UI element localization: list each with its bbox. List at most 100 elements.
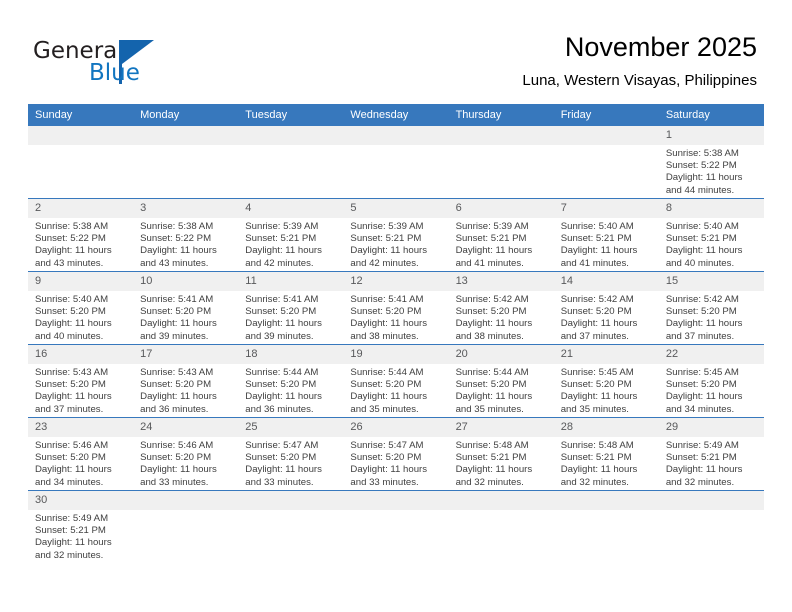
sunset-time: Sunset: 5:20 PM	[560, 379, 632, 391]
daylight-duration-line1: Daylight: 11 hours	[350, 391, 428, 403]
day-details: Sunrise: 5:42 AM Sunset: 5:20 PM Daylight:…	[449, 291, 554, 343]
sunrise-time: Sunrise: 5:46 AM	[35, 440, 109, 451]
sunset-time: Sunset: 5:20 PM	[245, 306, 317, 318]
day-details: Sunrise: 5:38 AM Sunset: 5:22 PM Daylight:…	[28, 218, 133, 270]
calendar-day-cell-empty	[238, 126, 344, 199]
calendar-day-cell[interactable]: 19 Sunrise: 5:44 AM Sunset: 5:20 PM Dayligh…	[343, 344, 449, 418]
calendar-day-cell[interactable]: 8 Sunrise: 5:40 AM Sunset: 5:21 PM Daylight…	[658, 198, 764, 272]
calendar-day-cell[interactable]: 30 Sunrise: 5:49 AM Sunset: 5:21 PM Dayligh…	[28, 490, 134, 577]
calendar-day-cell[interactable]: 27 Sunrise: 5:48 AM Sunset: 5:21 PM Dayligh…	[448, 417, 554, 491]
daylight-duration-line1: Daylight: 11 hours	[455, 245, 533, 257]
calendar-day-cell[interactable]: 11 Sunrise: 5:41 AM Sunset: 5:20 PM Dayligh…	[238, 271, 344, 345]
daylight-duration-line1: Daylight: 11 hours	[245, 464, 322, 476]
calendar-day-cell[interactable]: 9 Sunrise: 5:40 AM Sunset: 5:20 PM Daylight…	[28, 271, 134, 345]
calendar-day-cell[interactable]: 5 Sunrise: 5:39 AM Sunset: 5:21 PM Daylight…	[343, 198, 449, 272]
sunrise-time: Sunrise: 5:42 AM	[665, 294, 739, 305]
daylight-duration-line2: and 37 minutes.	[665, 330, 735, 342]
day-details: Sunrise: 5:46 AM Sunset: 5:20 PM Daylight:…	[28, 437, 133, 489]
sunset-time: Sunset: 5:20 PM	[35, 379, 106, 391]
page-subtitle: Luna, Western Visayas, Philippines	[522, 72, 757, 89]
calendar-day-cell-empty	[448, 490, 554, 577]
calendar-day-cell[interactable]: 7 Sunrise: 5:40 AM Sunset: 5:21 PM Daylight…	[553, 198, 659, 272]
weekday-header-friday: Friday	[553, 104, 659, 126]
calendar-day-cell[interactable]: 4 Sunrise: 5:39 AM Sunset: 5:21 PM Daylight…	[238, 198, 344, 272]
daylight-duration-line2: and 34 minutes.	[665, 403, 735, 415]
calendar-day-cell[interactable]: 22 Sunrise: 5:45 AM Sunset: 5:20 PM Dayligh…	[658, 344, 764, 418]
calendar-day-cell[interactable]: 6 Sunrise: 5:39 AM Sunset: 5:21 PM Daylight…	[448, 198, 554, 272]
calendar-day-cell[interactable]: 1 Sunrise: 5:38 AM Sunset: 5:22 PM Daylight…	[658, 126, 764, 199]
sunset-time: Sunset: 5:20 PM	[245, 452, 317, 464]
daylight-duration-line2: and 41 minutes.	[455, 257, 524, 269]
daylight-duration-line2: and 32 minutes.	[665, 476, 735, 488]
daylight-duration-line2: and 34 minutes.	[35, 476, 104, 488]
day-number: 26	[343, 418, 449, 437]
daylight-duration-line2: and 35 minutes.	[560, 403, 629, 415]
calendar-week-row: 30 Sunrise: 5:49 AM Sunset: 5:21 PM Dayligh…	[28, 490, 764, 577]
day-details: Sunrise: 5:45 AM Sunset: 5:20 PM Daylight:…	[554, 364, 659, 416]
daylight-duration-line2: and 36 minutes.	[140, 403, 209, 415]
calendar-day-cell[interactable]: 3 Sunrise: 5:38 AM Sunset: 5:22 PM Daylight…	[133, 198, 239, 272]
daylight-duration-line2: and 35 minutes.	[455, 403, 524, 415]
calendar-week-row: 16 Sunrise: 5:43 AM Sunset: 5:20 PM Dayligh…	[28, 344, 764, 418]
daylight-duration-line1: Daylight: 11 hours	[560, 391, 638, 403]
sunset-time: Sunset: 5:20 PM	[665, 379, 737, 391]
calendar-day-cell-empty	[133, 126, 239, 199]
calendar-day-cell-empty	[28, 126, 134, 199]
sunset-time: Sunset: 5:20 PM	[140, 379, 212, 391]
weekday-header-row: Sunday Monday Tuesday Wednesday Thursday…	[28, 104, 764, 126]
page-title: November 2025	[564, 32, 757, 62]
sunrise-time: Sunrise: 5:49 AM	[665, 440, 739, 451]
sunset-time: Sunset: 5:20 PM	[560, 306, 632, 318]
daylight-duration-line1: Daylight: 11 hours	[665, 318, 743, 330]
daylight-duration-line2: and 44 minutes.	[665, 184, 735, 196]
calendar-day-cell[interactable]: 18 Sunrise: 5:44 AM Sunset: 5:20 PM Dayligh…	[238, 344, 344, 418]
calendar-day-cell-empty	[448, 126, 554, 199]
calendar-day-cell[interactable]: 23 Sunrise: 5:46 AM Sunset: 5:20 PM Dayligh…	[28, 417, 134, 491]
daylight-duration-line2: and 40 minutes.	[665, 257, 735, 269]
day-details: Sunrise: 5:40 AM Sunset: 5:21 PM Daylight:…	[659, 218, 764, 270]
daylight-duration-line1: Daylight: 11 hours	[140, 245, 217, 257]
calendar-day-cell[interactable]: 24 Sunrise: 5:46 AM Sunset: 5:20 PM Dayligh…	[133, 417, 239, 491]
sunrise-time: Sunrise: 5:40 AM	[560, 221, 634, 232]
day-details: Sunrise: 5:41 AM Sunset: 5:20 PM Daylight:…	[133, 291, 238, 343]
calendar-day-cell[interactable]: 29 Sunrise: 5:49 AM Sunset: 5:21 PM Dayligh…	[658, 417, 764, 491]
calendar-day-cell[interactable]: 20 Sunrise: 5:44 AM Sunset: 5:20 PM Dayligh…	[448, 344, 554, 418]
calendar-day-cell[interactable]: 2 Sunrise: 5:38 AM Sunset: 5:22 PM Daylight…	[28, 198, 134, 272]
calendar-day-cell[interactable]: 10 Sunrise: 5:41 AM Sunset: 5:20 PM Dayligh…	[133, 271, 239, 345]
sunrise-time: Sunrise: 5:40 AM	[665, 221, 739, 232]
calendar-day-cell[interactable]: 12 Sunrise: 5:41 AM Sunset: 5:20 PM Dayligh…	[343, 271, 449, 345]
general-blue-logo[interactable]: General Blue	[33, 38, 213, 90]
daylight-duration-line2: and 37 minutes.	[560, 330, 629, 342]
sunset-time: Sunset: 5:20 PM	[350, 306, 422, 318]
calendar-day-cell[interactable]: 25 Sunrise: 5:47 AM Sunset: 5:20 PM Dayligh…	[238, 417, 344, 491]
calendar-day-cell[interactable]: 13 Sunrise: 5:42 AM Sunset: 5:20 PM Dayligh…	[448, 271, 554, 345]
calendar-day-cell[interactable]: 28 Sunrise: 5:48 AM Sunset: 5:21 PM Dayligh…	[553, 417, 659, 491]
daylight-duration-line2: and 33 minutes.	[140, 476, 209, 488]
calendar-day-cell[interactable]: 21 Sunrise: 5:45 AM Sunset: 5:20 PM Dayligh…	[553, 344, 659, 418]
sunrise-time: Sunrise: 5:42 AM	[560, 294, 634, 305]
calendar-day-cell[interactable]: 15 Sunrise: 5:42 AM Sunset: 5:20 PM Dayligh…	[658, 271, 764, 345]
day-details: Sunrise: 5:41 AM Sunset: 5:20 PM Daylight:…	[343, 291, 448, 343]
calendar-day-cell[interactable]: 26 Sunrise: 5:47 AM Sunset: 5:20 PM Dayligh…	[343, 417, 449, 491]
calendar-day-cell[interactable]: 16 Sunrise: 5:43 AM Sunset: 5:20 PM Dayligh…	[28, 344, 134, 418]
sunset-time: Sunset: 5:22 PM	[35, 233, 106, 245]
weekday-header-wednesday: Wednesday	[343, 104, 449, 126]
daylight-duration-line2: and 40 minutes.	[35, 330, 104, 342]
sunset-time: Sunset: 5:21 PM	[455, 452, 527, 464]
day-number: 5	[343, 199, 449, 218]
day-number	[28, 126, 134, 145]
sunrise-time: Sunrise: 5:44 AM	[455, 367, 529, 378]
daylight-duration-line1: Daylight: 11 hours	[35, 318, 112, 330]
daylight-duration-line1: Daylight: 11 hours	[455, 318, 533, 330]
day-details: Sunrise: 5:39 AM Sunset: 5:21 PM Daylight:…	[343, 218, 448, 270]
daylight-duration-line1: Daylight: 11 hours	[245, 391, 322, 403]
day-number: 3	[133, 199, 239, 218]
daylight-duration-line1: Daylight: 11 hours	[35, 464, 112, 476]
weekday-header-saturday: Saturday	[658, 104, 764, 126]
calendar-day-cell[interactable]: 14 Sunrise: 5:42 AM Sunset: 5:20 PM Dayligh…	[553, 271, 659, 345]
day-number: 19	[343, 345, 449, 364]
calendar-day-cell[interactable]: 17 Sunrise: 5:43 AM Sunset: 5:20 PM Dayligh…	[133, 344, 239, 418]
calendar-day-cell-empty	[553, 126, 659, 199]
day-number	[448, 126, 554, 145]
sunset-time: Sunset: 5:21 PM	[455, 233, 527, 245]
